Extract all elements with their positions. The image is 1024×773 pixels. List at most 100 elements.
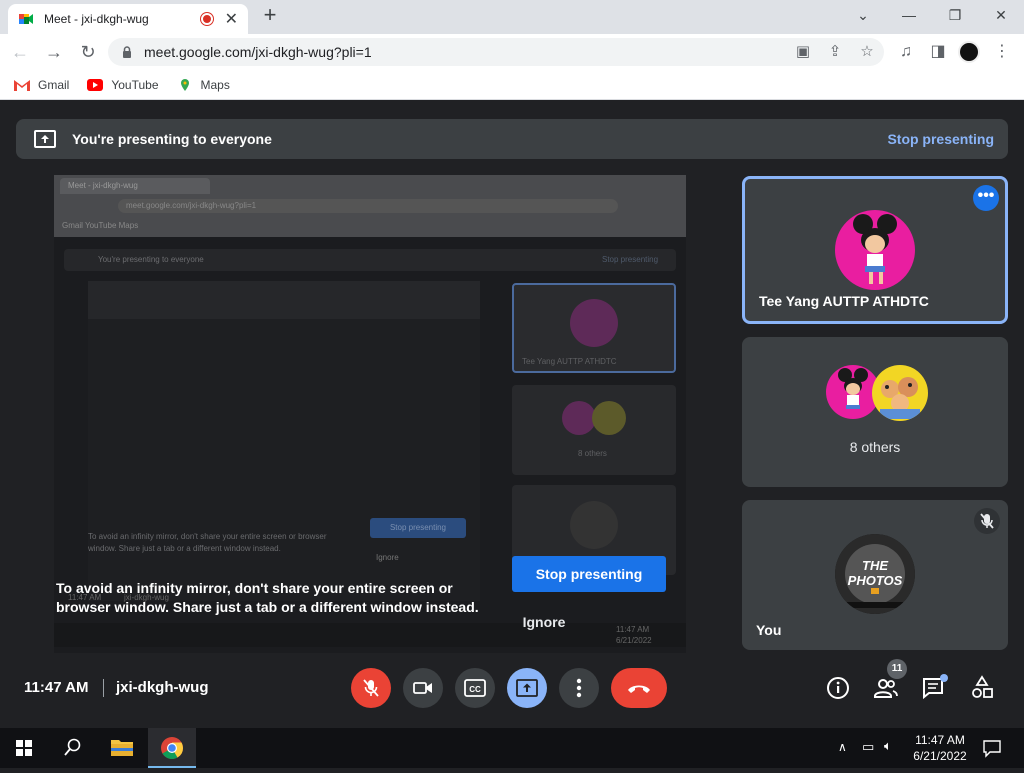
- browser-toolbar: ← → ↻ meet.google.com/jxi-dkgh-wug?pli=1…: [0, 34, 1024, 70]
- folder-icon: [111, 740, 133, 756]
- close-tab-icon[interactable]: ✕: [225, 9, 238, 29]
- meet-stage: You're presenting to everyone Stop prese…: [0, 103, 1024, 728]
- volume-icon[interactable]: 🔈︎: [884, 738, 892, 754]
- network-icon[interactable]: ▭: [862, 739, 874, 755]
- participant-tile-you[interactable]: THE PHOTOS You: [742, 500, 1008, 650]
- svg-text:PHOTOS: PHOTOS: [848, 573, 903, 588]
- mirror-avatar-1: [570, 299, 618, 347]
- others-avatar-2: [872, 365, 928, 421]
- more-vert-icon: [576, 678, 582, 698]
- meeting-info-icon[interactable]: [825, 675, 851, 701]
- activities-icon[interactable]: [969, 675, 995, 701]
- windows-taskbar: ∧ ▭ 🔈︎ 11:47 AM 6/21/2022: [0, 728, 1024, 768]
- mirror-others: 8 others: [578, 449, 607, 458]
- presenting-banner: You're presenting to everyone Stop prese…: [16, 119, 1008, 159]
- search-button[interactable]: [48, 728, 96, 768]
- participant-avatar: [835, 210, 915, 290]
- share-icon[interactable]: ⇪: [826, 43, 844, 61]
- windows-logo-icon: [16, 740, 32, 756]
- mirror-stop-button: Stop presenting: [370, 518, 466, 538]
- bookmark-gmail[interactable]: Gmail: [14, 78, 69, 92]
- new-tab-button[interactable]: +: [258, 4, 282, 28]
- camera-blocked-icon[interactable]: ▣: [794, 43, 812, 61]
- camera-toggle-button[interactable]: [403, 668, 443, 708]
- mirror-avatar-3: [570, 501, 618, 549]
- mirror-bookmarks: Gmail YouTube Maps: [62, 221, 139, 230]
- clock-time: 11:47 AM: [915, 733, 965, 747]
- hang-up-icon: [628, 685, 650, 693]
- start-button[interactable]: [0, 728, 48, 768]
- lock-icon: [123, 46, 131, 58]
- closed-captions-icon: CC: [464, 679, 486, 697]
- cartoon-group-icon: [880, 377, 920, 419]
- youtube-icon: [87, 78, 104, 91]
- mirror-tray-date: 6/21/2022: [616, 636, 652, 645]
- mirror-warning: To avoid an infinity mirror, don't share…: [88, 532, 327, 553]
- mic-toggle-button[interactable]: [351, 668, 391, 708]
- bookmark-star-icon[interactable]: ☆: [858, 43, 876, 61]
- back-icon[interactable]: ←: [8, 40, 32, 64]
- maps-icon: [180, 78, 189, 91]
- camera-icon: [413, 682, 432, 694]
- profile-avatar[interactable]: [958, 41, 980, 63]
- reload-icon[interactable]: ↻: [76, 40, 100, 64]
- mirror-ignore: Ignore: [376, 553, 399, 562]
- tab-search-icon[interactable]: ⌄: [840, 4, 886, 28]
- present-screen-icon: [34, 130, 56, 148]
- svg-text:CC: CC: [469, 685, 481, 694]
- mirror-taskbar: [54, 623, 686, 647]
- present-screen-icon: [516, 679, 538, 697]
- tray-expand-icon[interactable]: ∧: [838, 740, 847, 754]
- mic-off-icon: [974, 508, 1000, 534]
- svg-text:THE: THE: [862, 558, 888, 573]
- banner-stop-presenting-button[interactable]: Stop presenting: [887, 131, 994, 147]
- more-options-icon[interactable]: •••: [973, 185, 999, 211]
- mirror-tab: Meet - jxi-dkgh-wug: [60, 178, 210, 194]
- presenting-text: You're presenting to everyone: [72, 131, 272, 147]
- recording-indicator-icon: [200, 13, 213, 25]
- participant-name: Tee Yang AUTTP ATHDTC: [759, 293, 929, 309]
- cartoon-avatar-icon: [853, 214, 897, 284]
- restore-button[interactable]: ❐: [932, 4, 978, 28]
- browser-tab-strip: Meet - jxi-dkgh-wug ✕ + ⌄ — ❐ ✕: [0, 0, 1024, 34]
- mirror-tile-1: Tee Yang AUTTP ATHDTC: [512, 283, 676, 373]
- bookmark-youtube[interactable]: YouTube: [87, 78, 159, 92]
- bookmark-maps[interactable]: Maps: [177, 78, 230, 92]
- mirror-tile-2: 8 others: [512, 385, 676, 475]
- clock-date: 6/21/2022: [913, 749, 967, 763]
- minimize-button[interactable]: —: [886, 4, 932, 28]
- more-options-button[interactable]: [559, 668, 599, 708]
- you-avatar: THE PHOTOS: [835, 534, 915, 614]
- you-label: You: [756, 622, 782, 638]
- mirror-avatar-2b: [592, 401, 626, 435]
- browser-tab[interactable]: Meet - jxi-dkgh-wug ✕: [8, 4, 248, 34]
- menu-icon[interactable]: ⋮: [990, 40, 1014, 64]
- participant-tile-others[interactable]: 8 others: [742, 337, 1008, 487]
- mirror-name-1: Tee Yang AUTTP ATHDTC: [522, 357, 617, 366]
- address-bar[interactable]: meet.google.com/jxi-dkgh-wug?pli=1 ▣ ⇪ ☆: [108, 38, 884, 66]
- mirror-present-text: You're presenting to everyone: [98, 255, 204, 264]
- stop-presenting-button[interactable]: Stop presenting: [512, 556, 666, 592]
- mirror-inner-header: [88, 281, 480, 319]
- gmail-icon: [14, 79, 30, 91]
- others-count-label: 8 others: [849, 439, 901, 455]
- close-window-button[interactable]: ✕: [978, 4, 1024, 28]
- notifications-icon[interactable]: [982, 738, 1002, 758]
- media-control-icon[interactable]: ♫: [894, 40, 918, 64]
- forward-icon[interactable]: →: [42, 40, 66, 64]
- system-clock[interactable]: 11:47 AM 6/21/2022: [906, 732, 974, 764]
- search-icon: [64, 738, 81, 756]
- participant-tile-tee-yang[interactable]: ••• Tee Yang AUTTP ATHDTC: [742, 176, 1008, 324]
- mirror-present-stop: Stop presenting: [602, 255, 659, 264]
- mirror-avatar-2a: [562, 401, 596, 435]
- chrome-taskbar-button[interactable]: [148, 728, 196, 768]
- ignore-button[interactable]: Ignore: [512, 609, 576, 635]
- file-explorer-button[interactable]: [98, 728, 146, 768]
- present-now-button[interactable]: [507, 668, 547, 708]
- side-panel-icon[interactable]: ◨: [926, 40, 950, 64]
- url-text: meet.google.com/jxi-dkgh-wug?pli=1: [144, 44, 372, 60]
- tab-title: Meet - jxi-dkgh-wug: [44, 12, 149, 26]
- captions-button[interactable]: CC: [455, 668, 495, 708]
- meeting-code: jxi-dkgh-wug: [116, 679, 209, 696]
- leave-call-button[interactable]: [611, 668, 667, 708]
